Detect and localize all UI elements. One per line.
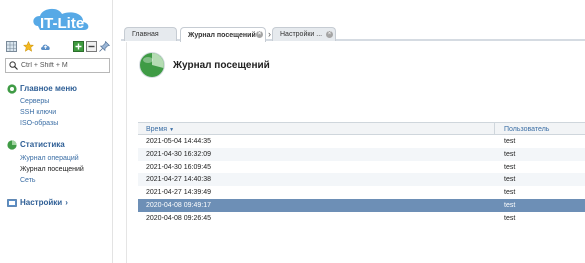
- visits-table: Время ▼ Пользователь 2021-05-04 14:44:35 t…: [138, 122, 585, 225]
- cell-time: 2020-04-08 09:26:45: [146, 214, 211, 222]
- tab-bar: Главная Журнал посещений × › Настройки .…: [121, 27, 585, 42]
- table-row[interactable]: 2021-04-30 16:09:45 test: [138, 161, 585, 174]
- grid-icon[interactable]: [6, 41, 17, 52]
- cell-time: 2021-04-27 14:40:38: [146, 176, 211, 184]
- nav-item-operations-log[interactable]: Журнал операций: [20, 155, 79, 162]
- sidebar-toolbar: [6, 41, 110, 55]
- close-icon[interactable]: ×: [326, 31, 333, 38]
- search-icon: [9, 61, 18, 70]
- pin-icon[interactable]: [99, 41, 110, 52]
- statistics-icon: [7, 139, 17, 150]
- settings-arrow-icon: ›: [65, 198, 68, 207]
- table-header: Время ▼ Пользователь: [138, 122, 585, 135]
- column-time-label: Время: [146, 126, 168, 133]
- cell-user: test: [504, 150, 516, 158]
- content-area: Главная Журнал посещений × › Настройки .…: [121, 0, 585, 263]
- nav-item-ssh-keys[interactable]: SSH ключи: [20, 109, 56, 116]
- table-row[interactable]: 2021-04-27 14:40:38 test: [138, 173, 585, 187]
- cell-user: test: [504, 189, 516, 197]
- collapse-minus-icon[interactable]: [86, 41, 97, 52]
- table-row[interactable]: 2020-04-08 09:26:45 test: [138, 212, 585, 225]
- page-header: Журнал посещений: [137, 50, 270, 80]
- settings-icon: [7, 198, 17, 207]
- cell-time: 2021-04-27 14:39:49: [146, 189, 211, 197]
- column-header-user[interactable]: Пользователь: [504, 126, 549, 133]
- it-lite-logo: IT-Lite: [33, 8, 89, 32]
- logo-text: IT-Lite: [40, 15, 84, 32]
- search-input[interactable]: [21, 60, 107, 71]
- tab-visits-log-label: Журнал посещений: [188, 31, 256, 39]
- chevron-right-icon: ›: [268, 29, 271, 39]
- cell-time: 2020-04-08 09:49:17: [146, 201, 211, 209]
- table-row[interactable]: 2021-04-30 16:32:09 test: [138, 147, 585, 161]
- cell-user: test: [504, 138, 516, 145]
- nav-item-network[interactable]: Сеть: [20, 177, 36, 184]
- cell-user: test: [504, 163, 516, 171]
- sidebar: IT-Lite Ctrl + Shift + M Главное меню Се…: [0, 0, 113, 263]
- statistics-header[interactable]: Статистика: [7, 139, 65, 150]
- cell-time: 2021-05-04 14:44:35: [146, 138, 211, 145]
- expand-plus-icon[interactable]: [73, 41, 84, 52]
- nav-item-visits-log[interactable]: Журнал посещений: [20, 166, 84, 173]
- table-row-selected[interactable]: 2020-04-08 09:49:17 test: [138, 198, 585, 212]
- nav-item-servers[interactable]: Серверы: [20, 98, 49, 105]
- search-field[interactable]: [5, 58, 110, 73]
- settings-header[interactable]: Настройки ›: [7, 197, 68, 208]
- main-menu-title: Главное меню: [20, 84, 78, 93]
- pie-chart-icon: [139, 52, 165, 78]
- statistics-title: Статистика: [20, 140, 65, 149]
- close-icon[interactable]: ×: [256, 31, 263, 38]
- tab-home-label: Главная: [132, 31, 159, 38]
- tab-settings[interactable]: Настройки ... ×: [272, 27, 336, 41]
- sort-desc-icon: ▼: [169, 127, 175, 133]
- page-title: Журнал посещений: [173, 59, 270, 71]
- table-row[interactable]: 2021-05-04 14:44:35 test: [138, 135, 585, 148]
- cloud-upload-icon[interactable]: [40, 41, 51, 52]
- table-row[interactable]: 2021-04-27 14:39:49 test: [138, 186, 585, 199]
- tab-visits-log[interactable]: Журнал посещений ×: [180, 27, 266, 42]
- main-menu-icon: [7, 83, 17, 94]
- cell-user: test: [504, 201, 516, 209]
- column-header-time[interactable]: Время ▼: [146, 126, 174, 133]
- table-body: 2021-05-04 14:44:35 test 2021-04-30 16:32…: [138, 135, 585, 225]
- main-panel: Журнал посещений Время ▼ Пользователь 202…: [126, 42, 585, 263]
- cell-user: test: [504, 214, 516, 222]
- main-menu-header[interactable]: Главное меню: [7, 83, 77, 94]
- tab-settings-label: Настройки ...: [280, 31, 323, 38]
- star-icon[interactable]: [23, 41, 34, 52]
- tab-home[interactable]: Главная: [124, 27, 177, 41]
- cell-user: test: [504, 176, 516, 184]
- cell-time: 2021-04-30 16:32:09: [146, 150, 211, 158]
- column-divider[interactable]: [494, 123, 495, 135]
- cell-time: 2021-04-30 16:09:45: [146, 163, 211, 171]
- nav-item-iso-images[interactable]: ISO-образы: [20, 120, 58, 127]
- app-window: IT-Lite Ctrl + Shift + M Главное меню Се…: [0, 0, 585, 263]
- settings-title: Настройки: [20, 198, 63, 207]
